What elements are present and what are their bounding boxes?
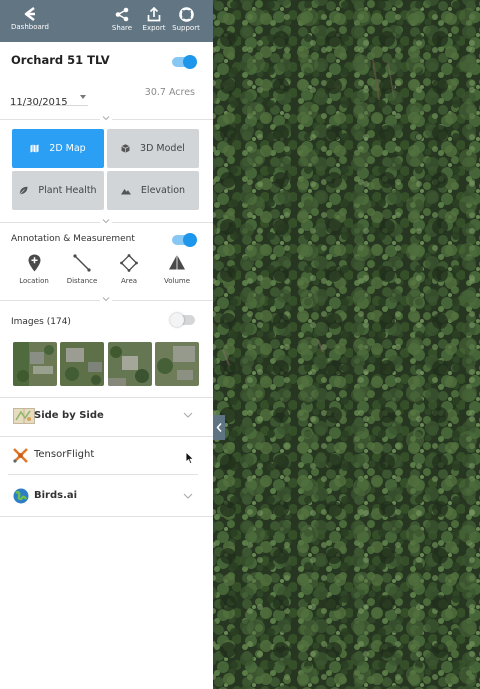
map-title: Orchard 51 TLV [11, 53, 110, 67]
volume-pyramid-icon [169, 254, 185, 270]
support-label: Support [172, 24, 200, 32]
tree-canopy-imagery [213, 0, 480, 689]
area-tool[interactable]: Area [107, 254, 151, 285]
divider [0, 516, 213, 517]
image-thumbnail[interactable] [155, 342, 199, 386]
dropdown-caret-icon [80, 95, 86, 99]
annotation-section-label: Annotation & Measurement [11, 234, 135, 244]
view-2d-map-button[interactable]: 2D Map [12, 129, 104, 168]
dashboard-label: Dashboard [11, 23, 49, 31]
share-label: Share [111, 24, 133, 32]
map-icon [30, 144, 39, 153]
tensorflight-logo-icon [13, 448, 28, 463]
plugin-tensorflight-label: TensorFlight [34, 449, 95, 460]
location-tool-label: Location [19, 277, 49, 285]
area-polygon-icon [120, 254, 138, 272]
divider [8, 474, 198, 475]
area-tool-label: Area [120, 277, 138, 285]
toggle-knob [183, 55, 197, 69]
collapse-chevron-icon[interactable] [100, 115, 112, 122]
plugin-birds-ai-label: Birds.ai [34, 490, 78, 501]
export-icon [147, 7, 161, 22]
map-visibility-toggle[interactable] [172, 55, 197, 69]
image-thumbnail[interactable] [60, 342, 104, 386]
chevron-left-icon [216, 423, 222, 432]
location-pin-icon [28, 254, 40, 272]
lifebuoy-icon [178, 7, 194, 22]
plugin-side-by-side[interactable]: Side by Side [0, 398, 213, 436]
view-plant-health-button[interactable]: Plant Health [12, 171, 104, 210]
cube-icon [121, 144, 130, 153]
plugin-side-by-side-label: Side by Side [34, 410, 104, 421]
leaf-icon [19, 186, 28, 195]
expand-chevron-icon [183, 493, 193, 499]
side-panel: Dashboard Share Export Support Orchard 5… [0, 0, 213, 689]
view-3d-model-label: 3D Model [140, 143, 185, 154]
volume-tool-label: Volume [163, 277, 191, 285]
distance-line-icon [73, 254, 91, 272]
view-2d-map-label: 2D Map [49, 143, 86, 154]
date-dropdown[interactable]: 11/30/2015 [10, 90, 88, 108]
image-thumbnail[interactable] [13, 342, 57, 386]
plugin-tensorflight[interactable]: TensorFlight [0, 437, 213, 475]
side-by-side-map-icon [13, 408, 35, 424]
image-thumbnail[interactable] [108, 342, 152, 386]
images-toggle[interactable] [170, 313, 195, 327]
toggle-knob [183, 233, 197, 247]
share-icon [115, 7, 129, 22]
back-arrow-icon [24, 7, 35, 21]
support-button[interactable]: Support [172, 0, 200, 42]
birds-ai-globe-icon [13, 488, 29, 504]
panel-collapse-tab[interactable] [213, 415, 225, 440]
view-elevation-label: Elevation [140, 185, 186, 196]
collapse-chevron-icon[interactable] [100, 296, 112, 303]
volume-tool[interactable]: Volume [155, 254, 199, 285]
export-label: Export [142, 24, 166, 32]
annotation-toggle[interactable] [172, 233, 197, 247]
export-button[interactable]: Export [141, 0, 167, 42]
location-tool[interactable]: Location [12, 254, 56, 285]
view-plant-health-label: Plant Health [38, 185, 97, 196]
images-section-label: Images (174) [11, 317, 71, 327]
dashboard-back-button[interactable]: Dashboard [10, 0, 50, 42]
collapse-chevron-icon[interactable] [100, 218, 112, 225]
plugin-birds-ai[interactable]: Birds.ai [0, 478, 213, 516]
expand-chevron-icon [183, 412, 193, 418]
view-elevation-button[interactable]: Elevation [107, 171, 199, 210]
mountain-icon [120, 188, 131, 194]
distance-tool-label: Distance [66, 277, 98, 285]
distance-tool[interactable]: Distance [60, 254, 104, 285]
top-toolbar: Dashboard Share Export Support [0, 0, 213, 42]
date-value: 11/30/2015 [10, 97, 68, 108]
toggle-knob [170, 313, 184, 327]
area-acres: 30.7 Acres [144, 87, 195, 98]
share-button[interactable]: Share [110, 0, 134, 42]
map-canvas[interactable] [213, 0, 480, 689]
view-3d-model-button[interactable]: 3D Model [107, 129, 199, 168]
